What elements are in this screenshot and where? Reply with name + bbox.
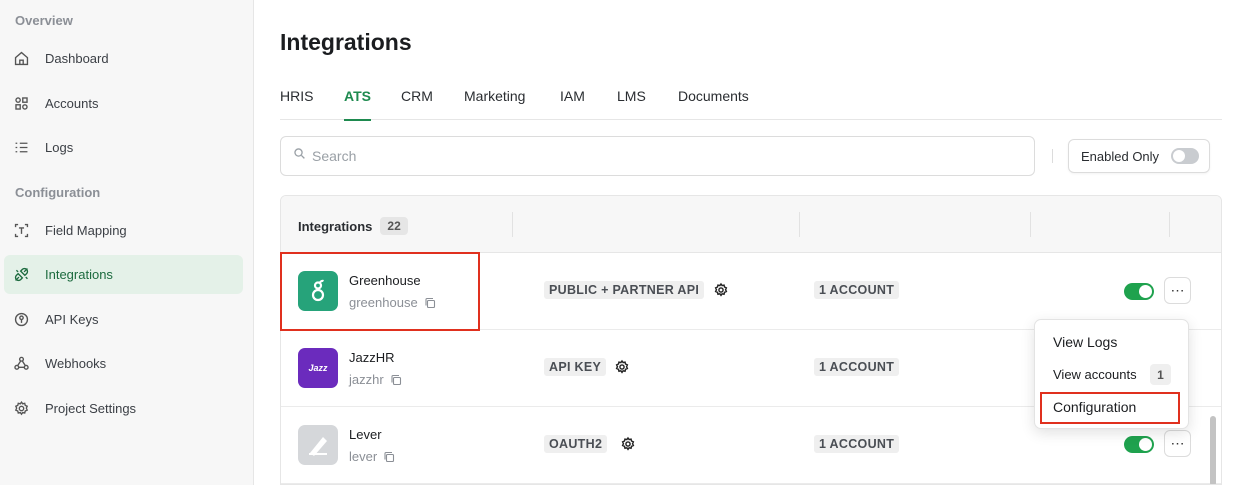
column-separator bbox=[1030, 212, 1031, 237]
copy-icon[interactable] bbox=[390, 374, 402, 386]
enabled-only-label: Enabled Only bbox=[1081, 148, 1160, 164]
sidebar-item-label: API Keys bbox=[45, 312, 99, 327]
sidebar-item-label: Logs bbox=[45, 140, 74, 155]
lever-logo bbox=[298, 425, 338, 465]
column-header-label: Integrations bbox=[298, 218, 373, 234]
tab-iam[interactable]: IAM bbox=[560, 88, 585, 120]
table-header: Integrations 22 bbox=[281, 196, 1221, 253]
text-field-icon bbox=[12, 222, 30, 240]
tab-lms[interactable]: LMS bbox=[617, 88, 646, 120]
column-separator bbox=[799, 212, 800, 237]
greenhouse-highlight-box bbox=[280, 252, 480, 331]
gear-icon bbox=[12, 400, 30, 418]
list-icon bbox=[12, 139, 30, 157]
sidebar-item-label: Webhooks bbox=[45, 356, 107, 371]
copy-icon[interactable] bbox=[383, 451, 395, 463]
sidebar-item-dashboard[interactable]: Dashboard bbox=[4, 39, 243, 78]
overview-section-title: Overview bbox=[15, 13, 73, 28]
integrations-count-badge: 22 bbox=[380, 217, 408, 235]
toolbar-divider bbox=[1052, 149, 1053, 163]
more-icon: ⋯ bbox=[1170, 435, 1185, 451]
tab-bar: HRIS ATS CRM Marketing IAM LMS Documents bbox=[280, 88, 1222, 121]
sidebar-item-label: Project Settings bbox=[45, 401, 137, 416]
tab-crm[interactable]: CRM bbox=[401, 88, 433, 120]
integration-name: JazzHR bbox=[349, 350, 395, 365]
enabled-toggle[interactable] bbox=[1124, 436, 1154, 453]
menu-item-view-accounts[interactable]: View accounts bbox=[1053, 367, 1137, 382]
sidebar-item-label: Integrations bbox=[45, 267, 113, 282]
sidebar-item-label: Dashboard bbox=[45, 51, 109, 66]
accounts-count-tag[interactable]: 1 ACCOUNT bbox=[814, 435, 900, 453]
gear-icon[interactable] bbox=[713, 282, 729, 298]
jazzhr-logo: Jazz bbox=[298, 348, 338, 388]
integrations-column-header: Integrations 22 bbox=[298, 217, 408, 235]
tab-marketing[interactable]: Marketing bbox=[464, 88, 525, 120]
scrollbar-thumb[interactable] bbox=[1210, 416, 1216, 484]
view-accounts-count-badge: 1 bbox=[1150, 364, 1171, 385]
jazzhr-logo-text: Jazz bbox=[308, 363, 328, 373]
slug-text: lever bbox=[349, 449, 378, 464]
webhook-icon bbox=[12, 355, 30, 373]
more-actions-button[interactable]: ⋯ bbox=[1164, 277, 1191, 304]
page-title: Integrations bbox=[280, 29, 412, 55]
accounts-count-tag[interactable]: 1 ACCOUNT bbox=[814, 358, 900, 376]
auth-type-tag: OAUTH2 bbox=[544, 435, 608, 453]
gear-icon[interactable] bbox=[614, 359, 630, 375]
sidebar-item-label: Accounts bbox=[45, 96, 99, 111]
tab-ats[interactable]: ATS bbox=[344, 88, 371, 121]
menu-item-view-logs[interactable]: View Logs bbox=[1053, 334, 1117, 350]
search-icon bbox=[293, 147, 306, 165]
auth-type-tag: PUBLIC + PARTNER API bbox=[544, 281, 705, 299]
sidebar-item-project-settings[interactable]: Project Settings bbox=[4, 389, 243, 428]
slug-text: jazzhr bbox=[349, 372, 384, 387]
sidebar-item-accounts[interactable]: Accounts bbox=[4, 84, 243, 123]
sidebar-item-field-mapping[interactable]: Field Mapping bbox=[4, 211, 243, 250]
configuration-section-title: Configuration bbox=[15, 185, 101, 200]
auth-type-tag: API KEY bbox=[544, 358, 607, 376]
enabled-only-toggle[interactable] bbox=[1171, 148, 1200, 164]
search-input[interactable] bbox=[312, 148, 1012, 164]
sidebar-item-logs[interactable]: Logs bbox=[4, 128, 243, 167]
enabled-toggle[interactable] bbox=[1124, 283, 1154, 300]
enabled-only-filter[interactable]: Enabled Only bbox=[1068, 139, 1210, 173]
gear-icon[interactable] bbox=[620, 436, 636, 452]
integration-slug: jazzhr bbox=[349, 372, 402, 387]
plug-icon bbox=[12, 266, 30, 284]
integration-slug: lever bbox=[349, 449, 395, 464]
sidebar: Overview Dashboard Accounts Logs Configu… bbox=[0, 0, 254, 485]
more-icon: ⋯ bbox=[1170, 282, 1185, 298]
grid-icon bbox=[12, 95, 30, 113]
tab-documents[interactable]: Documents bbox=[678, 88, 749, 120]
table-scrollbar[interactable] bbox=[1208, 254, 1218, 484]
search-box bbox=[280, 136, 1035, 176]
column-separator bbox=[512, 212, 513, 237]
sidebar-item-label: Field Mapping bbox=[45, 223, 127, 238]
sidebar-item-webhooks[interactable]: Webhooks bbox=[4, 344, 243, 383]
sidebar-item-integrations[interactable]: Integrations bbox=[4, 255, 243, 294]
more-actions-button[interactable]: ⋯ bbox=[1164, 430, 1191, 457]
configuration-highlight-box bbox=[1040, 392, 1180, 424]
column-separator bbox=[1169, 212, 1170, 237]
accounts-count-tag[interactable]: 1 ACCOUNT bbox=[814, 281, 900, 299]
integration-name: Lever bbox=[349, 427, 382, 442]
tab-hris[interactable]: HRIS bbox=[280, 88, 313, 120]
sidebar-item-api-keys[interactable]: API Keys bbox=[4, 300, 243, 339]
key-icon bbox=[12, 311, 30, 329]
home-icon bbox=[12, 50, 30, 68]
